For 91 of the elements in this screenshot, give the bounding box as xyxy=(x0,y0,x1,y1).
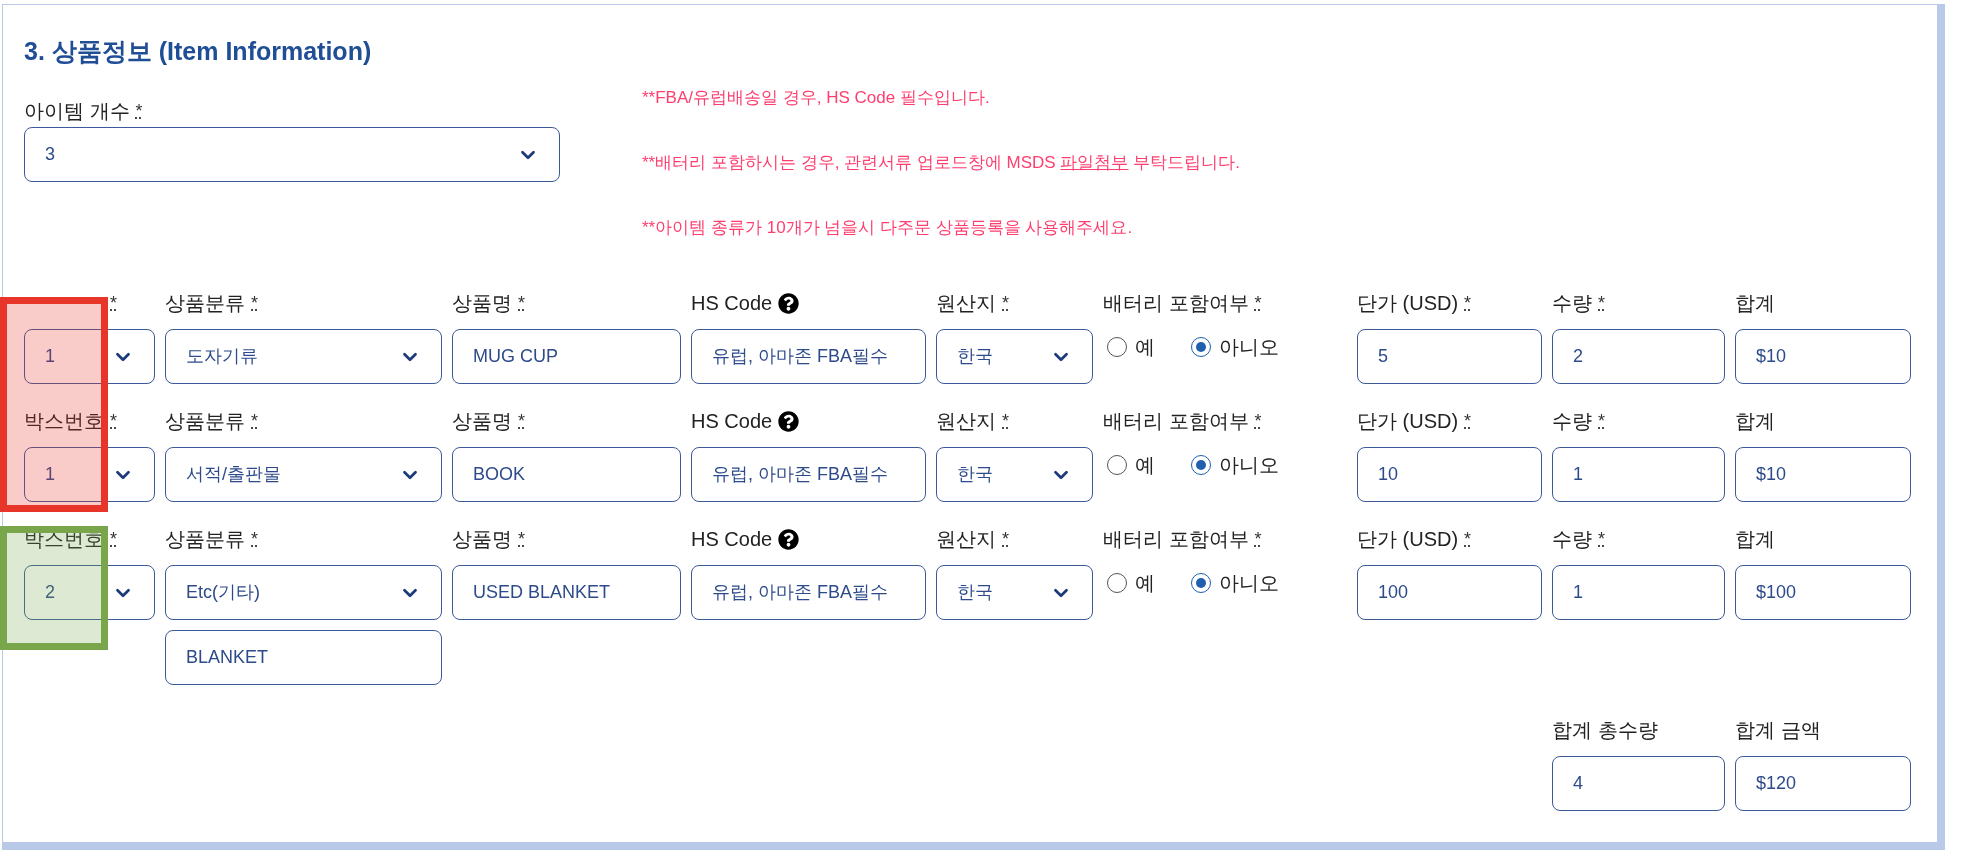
select-field[interactable]: Etc(기타) xyxy=(165,565,442,620)
field-label: HS Code xyxy=(691,409,773,434)
required-mark: * xyxy=(1464,527,1472,551)
field-label: HS Code xyxy=(691,291,773,316)
input-field[interactable]: 유럽, 아마존 FBA필수 xyxy=(691,329,926,384)
field-label: 합계 xyxy=(1735,527,1775,552)
field-label: 아이템 개수 xyxy=(24,99,130,124)
input-field[interactable]: USED BLANKET xyxy=(452,565,681,620)
required-mark: * xyxy=(1254,291,1262,315)
input-field[interactable]: 5 xyxy=(1357,329,1542,384)
radio-label: 아니오 xyxy=(1219,452,1279,478)
required-mark: * xyxy=(110,409,117,433)
total-field[interactable]: 4 xyxy=(1552,756,1725,811)
field-label: 합계 금액 xyxy=(1735,718,1821,743)
select-field[interactable]: 서적/출판물 xyxy=(165,447,442,502)
field-label: 상품분류 xyxy=(165,409,245,434)
required-mark: * xyxy=(1254,527,1262,551)
total-field[interactable]: $120 xyxy=(1735,756,1911,811)
field-label: 원산지 xyxy=(936,527,996,552)
notice-text: **배터리 포함하시는 경우, 관련서류 업로드창에 MSDS 파일첨부 부탁드립니다. xyxy=(642,152,1240,174)
field-label: 상품명 xyxy=(452,291,512,316)
required-mark: * xyxy=(251,527,258,551)
required-mark: * xyxy=(1464,409,1472,433)
field-label: 상품명 xyxy=(452,409,512,434)
help-icon[interactable] xyxy=(778,528,800,550)
required-mark: * xyxy=(1598,527,1605,551)
input-field[interactable]: 2 xyxy=(1552,329,1725,384)
radio-label: 아니오 xyxy=(1219,334,1279,360)
input-field[interactable]: 유럽, 아마존 FBA필수 xyxy=(691,565,926,620)
select-field[interactable]: 도자기류 xyxy=(165,329,442,384)
select-field[interactable]: 2 xyxy=(24,565,155,620)
notice-text: **아이템 종류가 10개가 넘을시 다주문 상품등록을 사용해주세요. xyxy=(642,217,1134,239)
help-icon[interactable] xyxy=(778,410,800,432)
field-label: HS Code xyxy=(691,527,773,552)
field-label: 합계 총수량 xyxy=(1552,718,1658,743)
required-mark: * xyxy=(1002,409,1009,433)
input-field[interactable]: $10 xyxy=(1735,329,1911,384)
required-mark: * xyxy=(518,291,525,315)
field-label: 상품명 xyxy=(452,527,512,552)
field-label: 원산지 xyxy=(936,409,996,434)
select-field[interactable]: 1 xyxy=(24,329,155,384)
radio-label: 아니오 xyxy=(1219,570,1279,596)
help-icon[interactable] xyxy=(778,292,800,314)
field-label: 수량 xyxy=(1552,527,1592,552)
field-label: 단가 (USD) xyxy=(1357,291,1459,316)
required-mark: * xyxy=(110,527,117,551)
radio-label: 예 xyxy=(1135,334,1155,360)
required-mark: * xyxy=(1002,291,1009,315)
input-field[interactable]: $10 xyxy=(1735,447,1911,502)
field-label: 상품분류 xyxy=(165,291,245,316)
required-mark: * xyxy=(135,99,143,123)
input-field[interactable]: BLANKET xyxy=(165,630,442,685)
input-field[interactable]: 10 xyxy=(1357,447,1542,502)
input-field[interactable]: MUG CUP xyxy=(452,329,681,384)
field-label: 배터리 포함여부 xyxy=(1103,409,1249,434)
notice-text: **FBA/유럽배송일 경우, HS Code 필수입니다. xyxy=(642,87,991,109)
field-label: 합계 xyxy=(1735,291,1775,316)
radio-label: 예 xyxy=(1135,452,1155,478)
input-field[interactable]: 1 xyxy=(1552,565,1725,620)
required-mark: * xyxy=(1598,409,1605,433)
input-field[interactable]: 100 xyxy=(1357,565,1542,620)
field-label: 단가 (USD) xyxy=(1357,409,1459,434)
field-label: 수량 xyxy=(1552,409,1592,434)
required-mark: * xyxy=(1598,291,1605,315)
required-mark: * xyxy=(518,527,525,551)
select-field[interactable]: 한국 xyxy=(936,447,1093,502)
field-label: 수량 xyxy=(1552,291,1592,316)
required-mark: * xyxy=(518,409,525,433)
input-field[interactable]: $100 xyxy=(1735,565,1911,620)
field-label: 합계 xyxy=(1735,409,1775,434)
input-field[interactable]: BOOK xyxy=(452,447,681,502)
required-mark: * xyxy=(1254,409,1262,433)
input-field[interactable]: 유럽, 아마존 FBA필수 xyxy=(691,447,926,502)
select-field[interactable]: 한국 xyxy=(936,329,1093,384)
field-label: 원산지 xyxy=(936,291,996,316)
select-field[interactable]: 한국 xyxy=(936,565,1093,620)
radio-label: 예 xyxy=(1135,570,1155,596)
field-label: 배터리 포함여부 xyxy=(1103,291,1249,316)
field-label: 배터리 포함여부 xyxy=(1103,527,1249,552)
item-count-select[interactable]: 3 xyxy=(24,127,560,182)
required-mark: * xyxy=(1464,291,1472,315)
input-field[interactable]: 1 xyxy=(1552,447,1725,502)
section-title: 3. 상품정보 (Item Information) xyxy=(24,36,373,65)
field-label: 단가 (USD) xyxy=(1357,527,1459,552)
required-mark: * xyxy=(251,291,258,315)
required-mark: * xyxy=(1002,527,1009,551)
field-label: 박스번호 xyxy=(24,409,104,434)
required-mark: * xyxy=(110,291,117,315)
field-label: 상품분류 xyxy=(165,527,245,552)
select-field[interactable]: 1 xyxy=(24,447,155,502)
required-mark: * xyxy=(251,409,258,433)
